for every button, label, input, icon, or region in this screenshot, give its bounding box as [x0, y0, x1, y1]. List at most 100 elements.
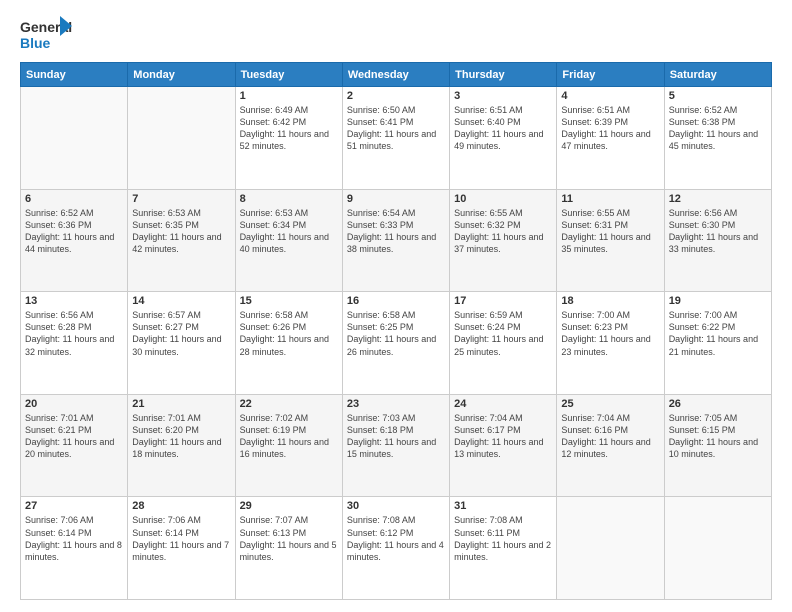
weekday-header-row: SundayMondayTuesdayWednesdayThursdayFrid…	[21, 63, 772, 87]
day-number: 2	[347, 90, 445, 102]
logo: GeneralBlue	[20, 16, 72, 52]
calendar-cell: 11Sunrise: 6:55 AM Sunset: 6:31 PM Dayli…	[557, 189, 664, 292]
calendar-cell	[664, 497, 771, 600]
weekday-header-monday: Monday	[128, 63, 235, 87]
calendar-cell: 19Sunrise: 7:00 AM Sunset: 6:22 PM Dayli…	[664, 292, 771, 395]
weekday-header-sunday: Sunday	[21, 63, 128, 87]
day-info: Sunrise: 7:01 AM Sunset: 6:21 PM Dayligh…	[25, 412, 123, 461]
calendar-cell: 14Sunrise: 6:57 AM Sunset: 6:27 PM Dayli…	[128, 292, 235, 395]
day-number: 27	[25, 500, 123, 512]
day-number: 30	[347, 500, 445, 512]
calendar-cell: 9 Sunrise: 6:54 AM Sunset: 6:33 PM Daylig…	[342, 189, 449, 292]
calendar-cell: 28 Sunrise: 7:06 AM Sunset: 6:14 PM Dayli…	[128, 497, 235, 600]
day-info: Sunrise: 6:53 AM Sunset: 6:35 PM Dayligh…	[132, 207, 230, 256]
calendar-cell	[21, 87, 128, 190]
calendar-cell: 23 Sunrise: 7:03 AM Sunset: 6:18 PM Dayli…	[342, 394, 449, 497]
day-info: Sunrise: 6:52 AM Sunset: 6:36 PM Dayligh…	[25, 207, 123, 256]
page: GeneralBlue SundayMondayTuesdayWednesday…	[0, 0, 792, 612]
day-number: 12	[669, 193, 767, 205]
day-info: Sunrise: 6:49 AM Sunset: 6:42 PM Dayligh…	[240, 104, 338, 153]
day-info: Sunrise: 6:53 AM Sunset: 6:34 PM Dayligh…	[240, 207, 338, 256]
calendar-cell: 15Sunrise: 6:58 AM Sunset: 6:26 PM Dayli…	[235, 292, 342, 395]
week-row-2: 6 Sunrise: 6:52 AM Sunset: 6:36 PM Daylig…	[21, 189, 772, 292]
calendar-cell: 6 Sunrise: 6:52 AM Sunset: 6:36 PM Daylig…	[21, 189, 128, 292]
day-info: Sunrise: 7:01 AM Sunset: 6:20 PM Dayligh…	[132, 412, 230, 461]
day-info: Sunrise: 6:54 AM Sunset: 6:33 PM Dayligh…	[347, 207, 445, 256]
day-number: 24	[454, 398, 552, 410]
weekday-header-tuesday: Tuesday	[235, 63, 342, 87]
calendar-cell: 21 Sunrise: 7:01 AM Sunset: 6:20 PM Dayli…	[128, 394, 235, 497]
day-number: 8	[240, 193, 338, 205]
day-info: Sunrise: 7:08 AM Sunset: 6:11 PM Dayligh…	[454, 514, 552, 563]
day-number: 9	[347, 193, 445, 205]
day-number: 17	[454, 295, 552, 307]
calendar-cell: 5Sunrise: 6:52 AM Sunset: 6:38 PM Daylig…	[664, 87, 771, 190]
day-info: Sunrise: 6:56 AM Sunset: 6:28 PM Dayligh…	[25, 309, 123, 358]
day-info: Sunrise: 7:06 AM Sunset: 6:14 PM Dayligh…	[25, 514, 123, 563]
day-number: 23	[347, 398, 445, 410]
day-number: 19	[669, 295, 767, 307]
weekday-header-wednesday: Wednesday	[342, 63, 449, 87]
day-info: Sunrise: 7:03 AM Sunset: 6:18 PM Dayligh…	[347, 412, 445, 461]
day-number: 18	[561, 295, 659, 307]
calendar-cell: 18 Sunrise: 7:00 AM Sunset: 6:23 PM Dayli…	[557, 292, 664, 395]
calendar-table: SundayMondayTuesdayWednesdayThursdayFrid…	[20, 62, 772, 600]
weekday-header-saturday: Saturday	[664, 63, 771, 87]
day-info: Sunrise: 7:05 AM Sunset: 6:15 PM Dayligh…	[669, 412, 767, 461]
day-info: Sunrise: 7:06 AM Sunset: 6:14 PM Dayligh…	[132, 514, 230, 563]
day-number: 5	[669, 90, 767, 102]
day-info: Sunrise: 7:02 AM Sunset: 6:19 PM Dayligh…	[240, 412, 338, 461]
calendar-cell: 27 Sunrise: 7:06 AM Sunset: 6:14 PM Dayli…	[21, 497, 128, 600]
day-info: Sunrise: 6:50 AM Sunset: 6:41 PM Dayligh…	[347, 104, 445, 153]
calendar-cell: 8 Sunrise: 6:53 AM Sunset: 6:34 PM Daylig…	[235, 189, 342, 292]
calendar-cell: 25 Sunrise: 7:04 AM Sunset: 6:16 PM Dayli…	[557, 394, 664, 497]
day-info: Sunrise: 6:58 AM Sunset: 6:26 PM Dayligh…	[240, 309, 338, 358]
day-number: 16	[347, 295, 445, 307]
week-row-3: 13 Sunrise: 6:56 AM Sunset: 6:28 PM Dayli…	[21, 292, 772, 395]
calendar-cell: 22Sunrise: 7:02 AM Sunset: 6:19 PM Dayli…	[235, 394, 342, 497]
calendar-cell: 20 Sunrise: 7:01 AM Sunset: 6:21 PM Dayli…	[21, 394, 128, 497]
day-info: Sunrise: 6:59 AM Sunset: 6:24 PM Dayligh…	[454, 309, 552, 358]
calendar-cell: 24Sunrise: 7:04 AM Sunset: 6:17 PM Dayli…	[450, 394, 557, 497]
week-row-5: 27 Sunrise: 7:06 AM Sunset: 6:14 PM Dayli…	[21, 497, 772, 600]
day-info: Sunrise: 6:55 AM Sunset: 6:32 PM Dayligh…	[454, 207, 552, 256]
day-number: 25	[561, 398, 659, 410]
day-number: 21	[132, 398, 230, 410]
day-number: 26	[669, 398, 767, 410]
calendar-cell: 13 Sunrise: 6:56 AM Sunset: 6:28 PM Dayli…	[21, 292, 128, 395]
day-number: 11	[561, 193, 659, 205]
day-number: 28	[132, 500, 230, 512]
day-info: Sunrise: 6:56 AM Sunset: 6:30 PM Dayligh…	[669, 207, 767, 256]
calendar-cell	[128, 87, 235, 190]
calendar-cell: 17 Sunrise: 6:59 AM Sunset: 6:24 PM Dayli…	[450, 292, 557, 395]
day-number: 3	[454, 90, 552, 102]
calendar-cell: 16 Sunrise: 6:58 AM Sunset: 6:25 PM Dayli…	[342, 292, 449, 395]
calendar-cell	[557, 497, 664, 600]
week-row-1: 1 Sunrise: 6:49 AM Sunset: 6:42 PM Daylig…	[21, 87, 772, 190]
calendar-cell: 2 Sunrise: 6:50 AM Sunset: 6:41 PM Daylig…	[342, 87, 449, 190]
day-number: 20	[25, 398, 123, 410]
day-number: 1	[240, 90, 338, 102]
day-info: Sunrise: 6:58 AM Sunset: 6:25 PM Dayligh…	[347, 309, 445, 358]
day-info: Sunrise: 7:04 AM Sunset: 6:16 PM Dayligh…	[561, 412, 659, 461]
calendar-cell: 29 Sunrise: 7:07 AM Sunset: 6:13 PM Dayli…	[235, 497, 342, 600]
day-number: 7	[132, 193, 230, 205]
day-number: 29	[240, 500, 338, 512]
calendar-cell: 4Sunrise: 6:51 AM Sunset: 6:39 PM Daylig…	[557, 87, 664, 190]
calendar-cell: 1 Sunrise: 6:49 AM Sunset: 6:42 PM Daylig…	[235, 87, 342, 190]
day-number: 6	[25, 193, 123, 205]
calendar-cell: 7 Sunrise: 6:53 AM Sunset: 6:35 PM Daylig…	[128, 189, 235, 292]
day-number: 10	[454, 193, 552, 205]
day-number: 4	[561, 90, 659, 102]
calendar-cell: 10 Sunrise: 6:55 AM Sunset: 6:32 PM Dayli…	[450, 189, 557, 292]
weekday-header-friday: Friday	[557, 63, 664, 87]
day-info: Sunrise: 7:07 AM Sunset: 6:13 PM Dayligh…	[240, 514, 338, 563]
day-info: Sunrise: 6:51 AM Sunset: 6:40 PM Dayligh…	[454, 104, 552, 153]
calendar-cell: 3 Sunrise: 6:51 AM Sunset: 6:40 PM Daylig…	[450, 87, 557, 190]
week-row-4: 20 Sunrise: 7:01 AM Sunset: 6:21 PM Dayli…	[21, 394, 772, 497]
calendar-cell: 30Sunrise: 7:08 AM Sunset: 6:12 PM Dayli…	[342, 497, 449, 600]
day-number: 31	[454, 500, 552, 512]
day-info: Sunrise: 7:00 AM Sunset: 6:23 PM Dayligh…	[561, 309, 659, 358]
weekday-header-thursday: Thursday	[450, 63, 557, 87]
day-number: 13	[25, 295, 123, 307]
